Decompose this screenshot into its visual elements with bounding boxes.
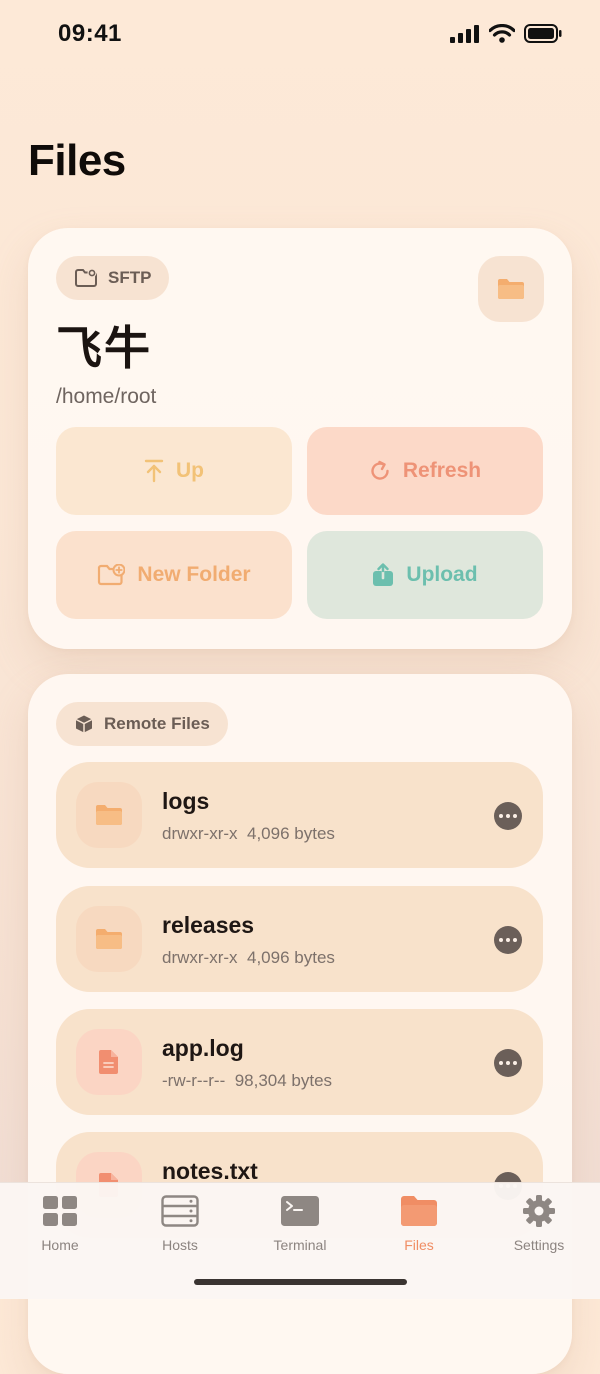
status-bar: 09:41 bbox=[0, 0, 600, 70]
server-name: 飞牛 bbox=[56, 321, 152, 375]
file-meta: -rw-r--r-- 98,304 bytes bbox=[162, 1071, 332, 1091]
remote-files-badge: Remote Files bbox=[56, 702, 228, 746]
tab-hosts[interactable]: Hosts bbox=[120, 1193, 240, 1261]
tab-settings[interactable]: Settings bbox=[479, 1193, 599, 1261]
protocol-label: SFTP bbox=[108, 268, 152, 287]
file-meta: drwxr-xr-x 4,096 bytes bbox=[162, 824, 335, 844]
page-title: Files bbox=[28, 136, 126, 185]
folder-icon bbox=[401, 1196, 437, 1226]
more-options-icon[interactable] bbox=[494, 926, 522, 954]
current-path: /home/root bbox=[56, 385, 157, 408]
folder-icon bbox=[498, 279, 524, 299]
terminal-icon bbox=[281, 1196, 319, 1226]
file-type-badge bbox=[76, 906, 142, 972]
file-row[interactable]: releases drwxr-xr-x 4,096 bytes bbox=[56, 886, 543, 992]
new-folder-button[interactable]: New Folder bbox=[56, 531, 292, 619]
gear-icon bbox=[523, 1195, 555, 1227]
refresh-button[interactable]: Refresh bbox=[307, 427, 543, 515]
refresh-icon bbox=[371, 460, 389, 480]
status-icons bbox=[450, 24, 562, 43]
tab-label: Settings bbox=[513, 1237, 565, 1253]
file-permissions: drwxr-xr-x bbox=[162, 948, 238, 967]
cube-icon bbox=[75, 715, 93, 733]
file-permissions: drwxr-xr-x bbox=[162, 824, 238, 843]
tab-label: Hosts bbox=[162, 1237, 198, 1253]
cellular-signal-icon bbox=[450, 24, 479, 43]
file-type-badge bbox=[76, 782, 142, 848]
tab-label: Home bbox=[41, 1237, 79, 1253]
tab-label: Files bbox=[404, 1237, 434, 1253]
file-row[interactable]: app.log -rw-r--r-- 98,304 bytes bbox=[56, 1009, 543, 1115]
file-name: notes.txt bbox=[162, 1158, 258, 1184]
file-type-badge bbox=[76, 1029, 142, 1095]
wifi-icon bbox=[489, 24, 515, 43]
folder-icon bbox=[96, 805, 122, 825]
folder-settings-icon bbox=[75, 268, 97, 287]
file-size: 98,304 bytes bbox=[234, 1071, 333, 1090]
browse-folder-button[interactable] bbox=[478, 256, 544, 322]
file-size: 4,096 bytes bbox=[247, 824, 335, 843]
up-label: Up bbox=[176, 459, 204, 482]
file-row[interactable]: logs drwxr-xr-x 4,096 bytes bbox=[56, 762, 543, 868]
tab-label: Terminal bbox=[273, 1237, 327, 1253]
tab-terminal[interactable]: Terminal bbox=[240, 1193, 360, 1261]
tab-home[interactable]: Home bbox=[0, 1193, 120, 1261]
server-card: SFTP 飞牛 /home/root Up Refresh New Folder… bbox=[28, 228, 572, 649]
new-folder-label: New Folder bbox=[137, 563, 251, 586]
server-rack-icon bbox=[161, 1195, 199, 1227]
status-time: 09:41 bbox=[58, 20, 122, 47]
battery-icon bbox=[524, 24, 562, 43]
document-icon bbox=[99, 1050, 118, 1074]
upload-button[interactable]: Upload bbox=[307, 531, 543, 619]
upload-label: Upload bbox=[406, 563, 478, 586]
home-indicator[interactable] bbox=[194, 1279, 407, 1285]
more-options-icon[interactable] bbox=[494, 802, 522, 830]
more-options-icon[interactable] bbox=[494, 1049, 522, 1077]
upload-icon bbox=[373, 563, 394, 586]
tab-files[interactable]: Files bbox=[359, 1193, 479, 1261]
file-name: releases bbox=[162, 912, 255, 938]
file-size: 4,096 bytes bbox=[247, 948, 335, 967]
file-meta: drwxr-xr-x 4,096 bytes bbox=[162, 948, 335, 968]
refresh-label: Refresh bbox=[402, 459, 482, 482]
folder-plus-icon bbox=[98, 564, 126, 586]
protocol-badge: SFTP bbox=[56, 256, 170, 300]
grid-icon bbox=[43, 1196, 77, 1226]
up-button[interactable]: Up bbox=[56, 427, 292, 515]
folder-icon bbox=[96, 929, 122, 949]
arrow-up-to-line-icon bbox=[144, 459, 164, 483]
file-name: logs bbox=[162, 788, 210, 814]
remote-files-label: Remote Files bbox=[104, 714, 210, 733]
file-permissions: -rw-r--r-- bbox=[162, 1071, 226, 1090]
file-name: app.log bbox=[162, 1035, 244, 1061]
